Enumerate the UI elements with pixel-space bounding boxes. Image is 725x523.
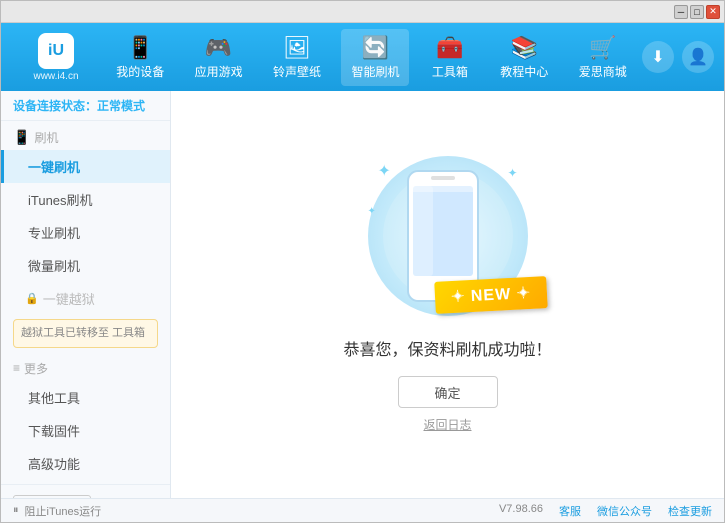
nav-item-smart[interactable]: 🔄 智能刷机 [341,29,409,86]
header-right: ⬇ 👤 [642,41,714,73]
nav-item-device[interactable]: 📱 我的设备 [106,29,174,86]
logo-icon: iU [38,33,74,69]
mall-nav-icon: 🛒 [589,35,616,61]
sidebar-item-itunes[interactable]: iTunes刷机 [1,183,170,216]
nav-item-mall[interactable]: 🛒 爱思商城 [569,29,637,86]
status-value: 正常模式 [97,99,145,113]
success-message: 恭喜您，保资料刷机成功啦！ [343,336,551,360]
nav-bar: 📱 我的设备 🎮 应用游戏 🖼 铃声壁纸 🔄 智能刷机 🧰 工具箱 📚 [101,29,642,86]
status-bar: 设备连接状态：正常模式 [1,91,170,121]
nav-item-wallpaper[interactable]: 🖼 铃声壁纸 [263,29,331,86]
sparkle-3: ✦ [507,166,517,180]
nav-label-apps: 应用游戏 [195,63,243,80]
wechat-link[interactable]: 微信公众号 [597,503,652,519]
nav-label-wallpaper: 铃声壁纸 [273,63,321,80]
minimize-button[interactable]: ─ [674,5,688,19]
sidebar-item-other-tools[interactable]: 其他工具 [1,381,170,414]
check-update-link[interactable]: 检查更新 [668,503,712,519]
main-window: ─ □ ✕ iU www.i4.cn 📱 我的设备 🎮 应用游戏 🖼 铃声壁纸 [0,0,725,523]
smart-nav-icon: 🔄 [362,35,389,61]
sidebar-item-pro[interactable]: 专业刷机 [1,216,170,249]
more-label: 更多 [24,360,48,377]
nav-item-tools[interactable]: 🧰 工具箱 [420,29,480,86]
footer-left: ⏸ 阻止iTunes运行 [13,503,101,519]
nav-label-tools: 工具箱 [432,63,468,80]
nav-item-apps[interactable]: 🎮 应用游戏 [185,29,253,86]
title-bar: ─ □ ✕ [1,1,724,23]
sidebar-item-download[interactable]: 下载固件 [1,414,170,447]
close-button[interactable]: ✕ [706,5,720,19]
lock-icon: 🔒 [25,292,39,305]
nav-label-device: 我的设备 [116,63,164,80]
itunes-icon: ⏸ [13,504,19,517]
phone-illustration: ✦ ✦ ✦ [368,156,528,316]
maximize-button[interactable]: □ [690,5,704,19]
sidebar-item-advanced[interactable]: 高级功能 [1,447,170,480]
status-label: 设备连接状态： [13,99,97,113]
sidebar-item-jailbreak: 🔒 一键越狱 [1,282,170,315]
nav-label-tutorials: 教程中心 [500,63,548,80]
footer-right: V7.98.66 客服 微信公众号 检查更新 [499,503,712,519]
new-ribbon: ✦ NEW ✦ [435,276,549,314]
user-button[interactable]: 👤 [682,41,714,73]
apps-nav-icon: 🎮 [205,35,232,61]
flash-section-icon: 📱 [13,129,30,146]
confirm-button[interactable]: 确定 [398,376,498,408]
footer: ⏸ 阻止iTunes运行 V7.98.66 客服 微信公众号 检查更新 [1,498,724,522]
customer-service-link[interactable]: 客服 [559,503,581,519]
download-button[interactable]: ⬇ [642,41,674,73]
window-controls: ─ □ ✕ [674,5,720,19]
nav-label-smart: 智能刷机 [351,63,399,80]
logo-url: www.i4.cn [33,71,78,82]
sparkle-1: ✦ [378,161,391,181]
version-label: V7.98.66 [499,503,543,519]
tools-nav-icon: 🧰 [436,35,463,61]
main-area: 设备连接状态：正常模式 📱 刷机 一键刷机 iTunes刷机 专业刷机 微量刷机… [1,91,724,498]
wallpaper-nav-icon: 🖼 [283,35,311,61]
sidebar-checkbox-area: 自动跳过 跳过向导 📱 iPhone 12 mini 64GB Down-12m… [1,484,170,499]
sidebar-item-flash4[interactable]: 微量刷机 [1,249,170,282]
itunes-status: 阻止iTunes运行 [25,503,102,519]
more-icon: ≡ [13,361,20,375]
back-to-log[interactable]: 返回日志 [423,416,471,433]
device-nav-icon: 📱 [127,35,154,61]
nav-item-tutorials[interactable]: 📚 教程中心 [490,29,558,86]
jailbreak-note: 越狱工具已转移至 工具箱 [13,319,158,348]
sparkle-2: ✦ [368,206,376,217]
header: iU www.i4.cn 📱 我的设备 🎮 应用游戏 🖼 铃声壁纸 🔄 智能刷机 [1,23,724,91]
tutorials-nav-icon: 📚 [511,35,538,61]
jailbreak-label: 一键越狱 [43,289,95,308]
logo[interactable]: iU www.i4.cn [11,33,101,82]
flash-section-label: 刷机 [34,129,58,146]
content-area: ✦ ✦ ✦ [171,91,724,498]
sidebar-section-flash: 📱 刷机 [1,121,170,150]
sidebar-item-onekey[interactable]: 一键刷机 [1,150,170,183]
nav-label-mall: 爱思商城 [579,63,627,80]
sidebar-section-more: ≡ 更多 [1,352,170,381]
sidebar: 设备连接状态：正常模式 📱 刷机 一键刷机 iTunes刷机 专业刷机 微量刷机… [1,91,171,498]
